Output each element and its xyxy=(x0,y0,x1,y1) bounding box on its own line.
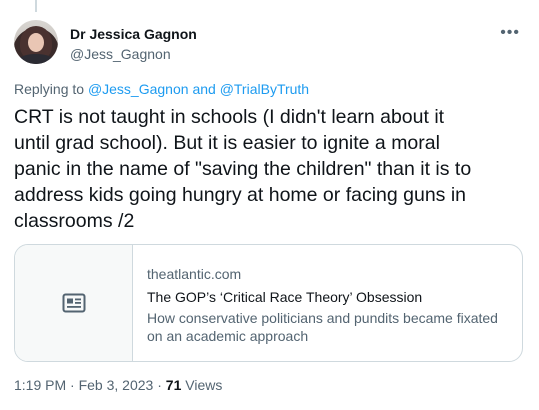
tweet-text: CRT is not taught in schools (I didn't l… xyxy=(14,106,472,232)
card-body: theatlantic.com The GOP’s ‘Critical Race… xyxy=(133,245,507,361)
card-thumbnail xyxy=(15,245,133,361)
more-options-icon[interactable]: ••• xyxy=(500,24,520,42)
link-card[interactable]: theatlantic.com The GOP’s ‘Critical Race… xyxy=(14,244,523,362)
replying-prefix: Replying to xyxy=(14,81,85,97)
author-handle[interactable]: @Jess_Gagnon xyxy=(70,45,197,63)
reply-mention-jess-gagnon[interactable]: @Jess_Gagnon xyxy=(88,81,189,97)
card-title: The GOP’s ‘Critical Race Theory’ Obsessi… xyxy=(147,289,423,305)
replying-to: Replying to @Jess_Gagnon and @TrialByTru… xyxy=(14,80,309,98)
views-label: Views xyxy=(185,377,223,393)
reply-conjunction[interactable]: and xyxy=(192,81,215,97)
avatar[interactable] xyxy=(14,20,58,64)
tweet-header: Dr Jessica Gagnon @Jess_Gagnon ••• xyxy=(14,20,524,66)
author-names: Dr Jessica Gagnon @Jess_Gagnon xyxy=(70,25,197,63)
tweet-meta: 1:19 PM · Feb 3, 2023 · 71 Views xyxy=(14,376,222,394)
author-display-name[interactable]: Dr Jessica Gagnon xyxy=(70,25,197,43)
meta-separator: · xyxy=(157,377,162,393)
tweet-time[interactable]: 1:19 PM xyxy=(14,377,66,393)
views-count: 71 xyxy=(165,377,182,393)
reply-mention-trialbytruth[interactable]: @TrialByTruth xyxy=(220,81,309,97)
meta-separator: · xyxy=(70,377,75,393)
card-domain: theatlantic.com xyxy=(147,266,242,282)
article-icon xyxy=(62,293,85,313)
tweet-date[interactable]: Feb 3, 2023 xyxy=(79,377,154,393)
card-description: How conservative politicians and pundits… xyxy=(147,310,498,344)
thread-connector-line xyxy=(35,0,37,12)
